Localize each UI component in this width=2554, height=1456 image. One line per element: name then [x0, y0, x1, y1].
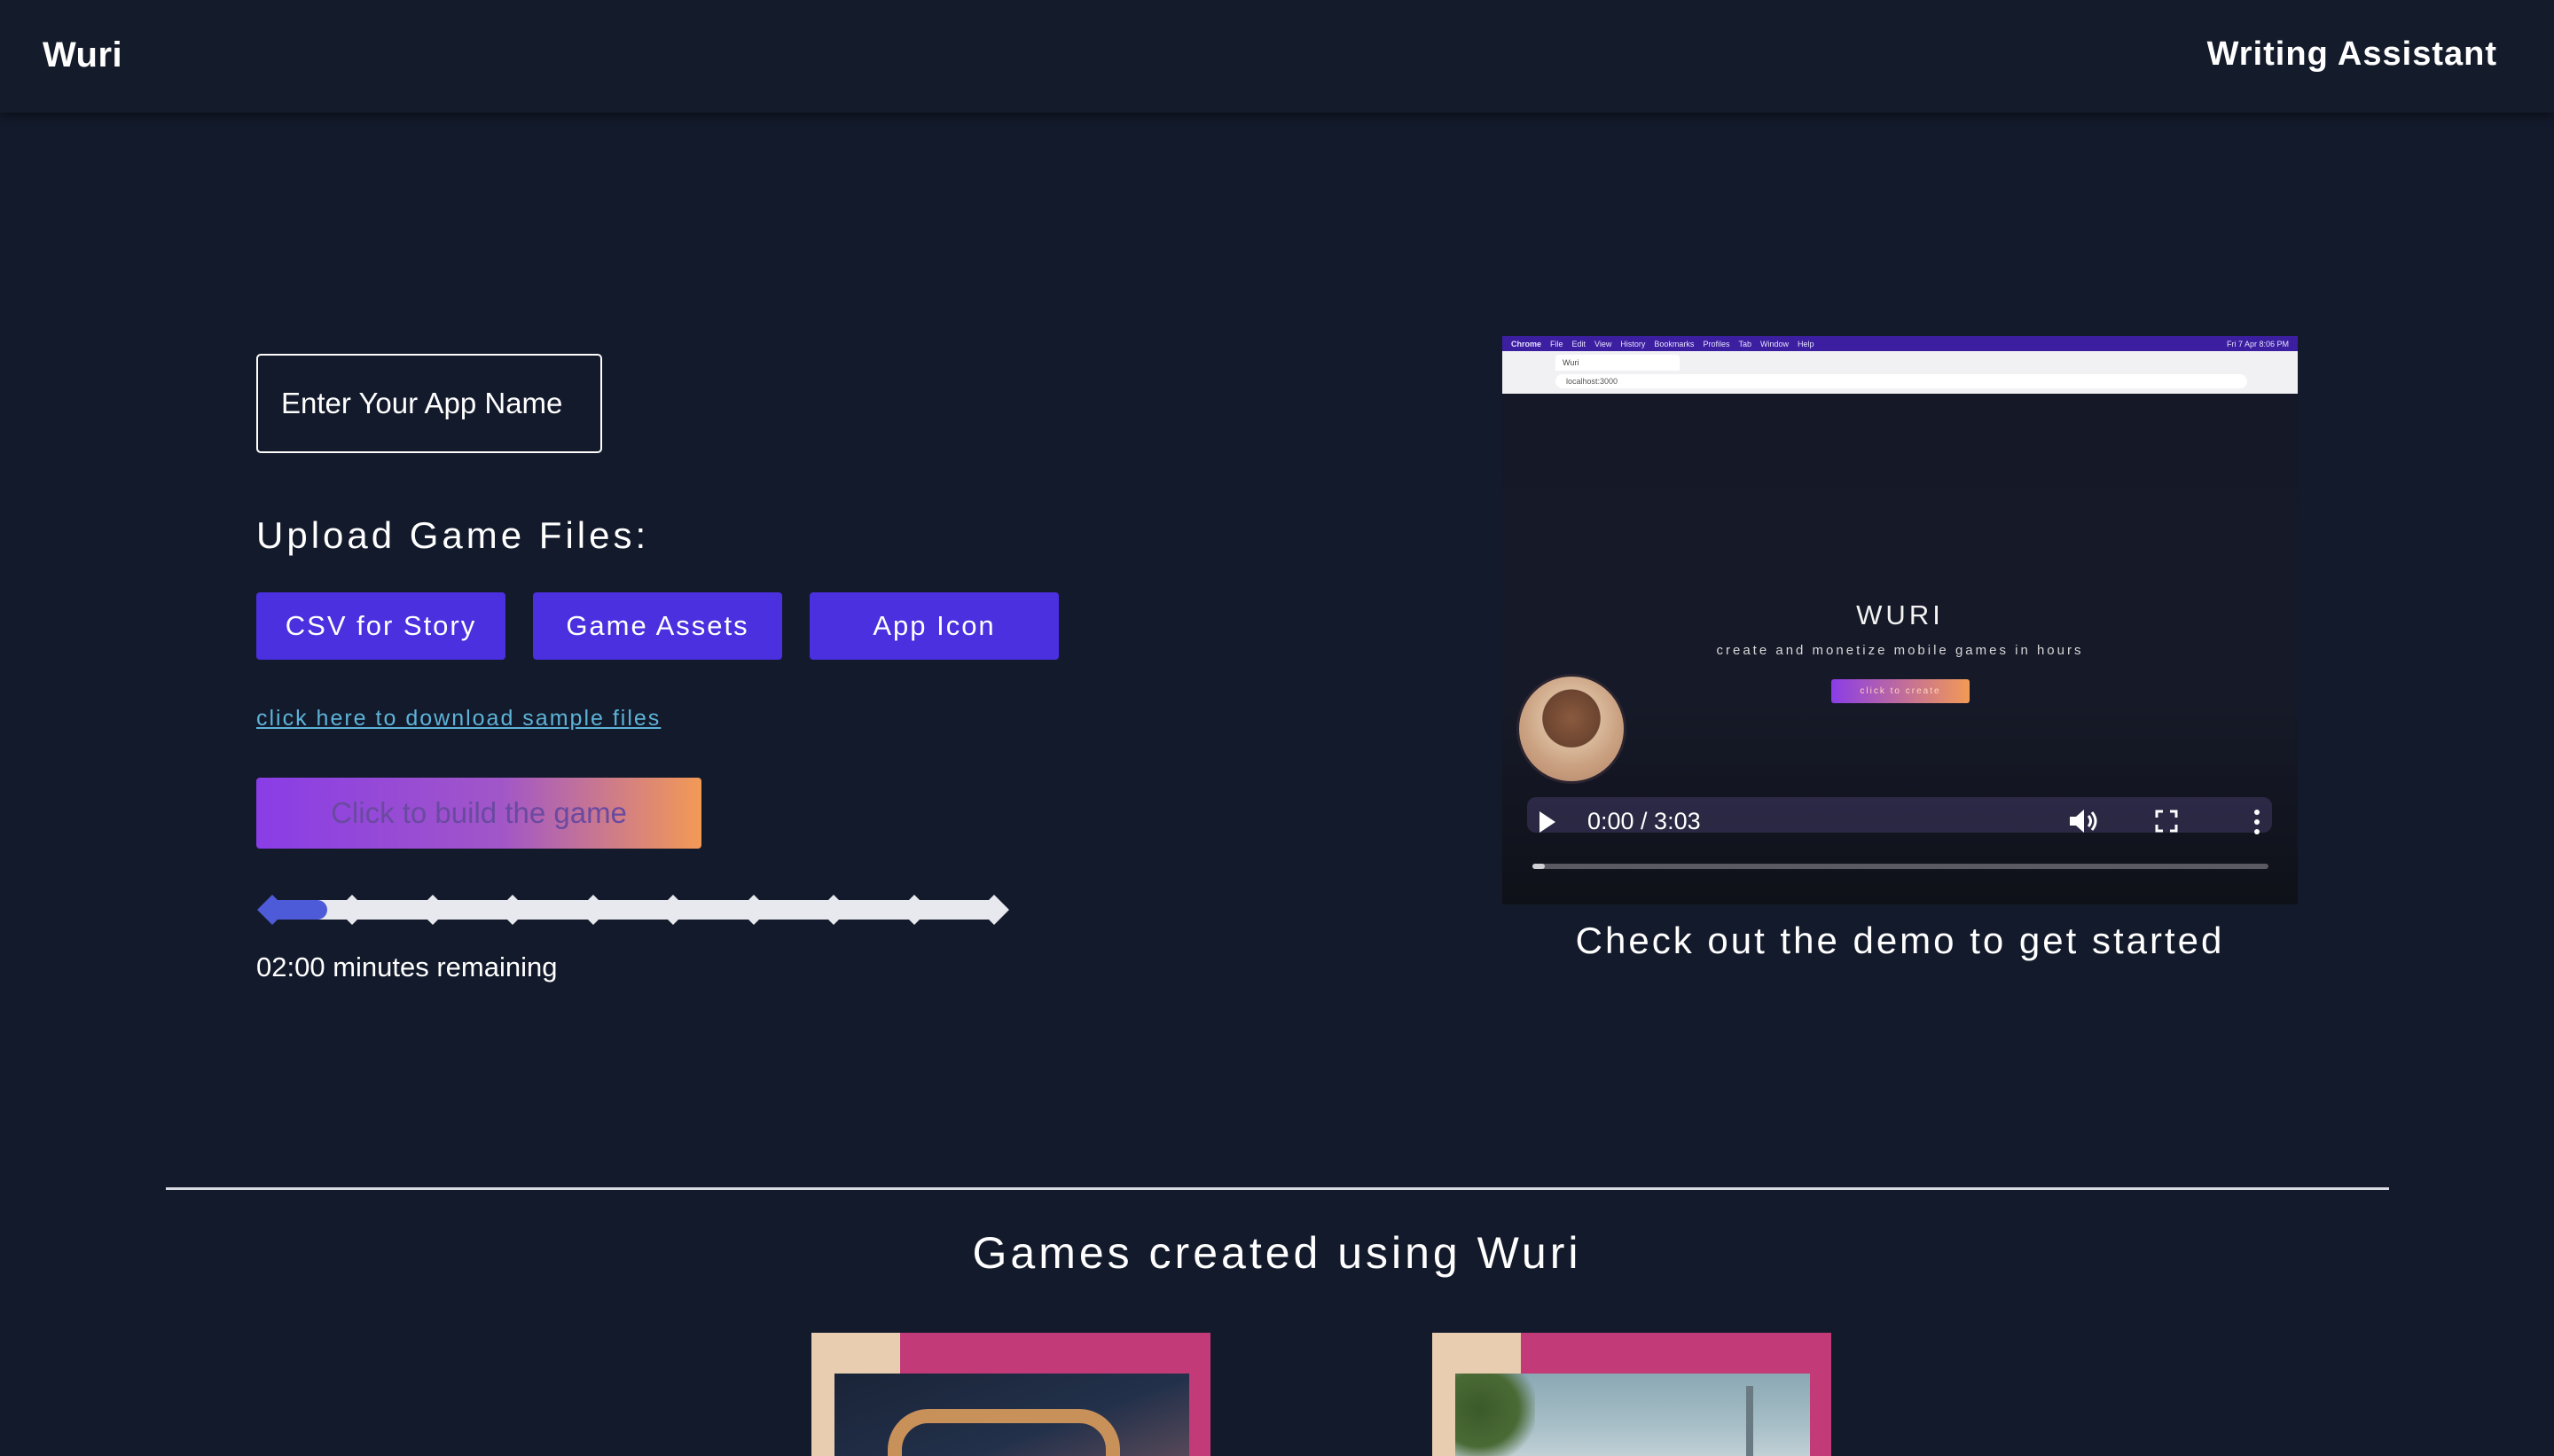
video-browser-chrome: Wuri localhost:3000: [1502, 351, 2298, 394]
demo-video[interactable]: Chrome File Edit View History Bookmarks …: [1502, 336, 2298, 904]
game-assets-button[interactable]: Game Assets: [533, 592, 782, 660]
game-card[interactable]: [1432, 1333, 1831, 1456]
menubar-item: View: [1594, 339, 1612, 348]
demo-caption: Check out the demo to get started: [1575, 920, 2225, 961]
video-mac-menubar: Chrome File Edit View History Bookmarks …: [1502, 336, 2298, 351]
game-card-tower: [1746, 1386, 1753, 1456]
menubar-item: Tab: [1738, 339, 1751, 348]
menubar-clock: Fri 7 Apr 8:06 PM: [2226, 339, 2289, 348]
menubar-item: Bookmarks: [1654, 339, 1695, 348]
games-section-heading: Games created using Wuri: [972, 1228, 1582, 1278]
video-progress-fill: [1532, 864, 1545, 869]
video-progress-slider[interactable]: [1532, 864, 2268, 869]
menubar-item: File: [1550, 339, 1563, 348]
video-wuri-title: WURI: [1856, 599, 1944, 630]
menubar-item: Chrome: [1511, 339, 1542, 348]
writing-assistant-link[interactable]: Writing Assistant: [2207, 35, 2497, 74]
game-card[interactable]: [811, 1333, 1210, 1456]
menubar-item: Profiles: [1703, 339, 1730, 348]
brand-logo[interactable]: Wuri: [43, 35, 122, 75]
build-game-button[interactable]: Click to build the game: [256, 778, 701, 849]
download-sample-files-link[interactable]: click here to download sample files: [256, 706, 661, 732]
section-divider: [166, 1187, 2389, 1190]
play-icon[interactable]: [1539, 811, 1555, 833]
video-browser-tab: Wuri: [1555, 355, 1680, 371]
video-wuri-subtitle: create and monetize mobile games in hour…: [1716, 643, 2084, 658]
upload-heading: Upload Game Files:: [256, 514, 650, 556]
menubar-item: Edit: [1571, 339, 1586, 348]
time-remaining-text: 02:00 minutes remaining: [256, 951, 558, 982]
csv-for-story-button[interactable]: CSV for Story: [256, 592, 505, 660]
volume-icon[interactable]: [2068, 808, 2100, 834]
menubar-item: Window: [1759, 339, 1789, 348]
video-create-button: click to create: [1831, 679, 1970, 703]
app-name-input[interactable]: [256, 354, 602, 453]
more-options-icon[interactable]: [2252, 808, 2261, 836]
video-time-display: 0:00 / 3:03: [1587, 808, 1701, 834]
fullscreen-icon[interactable]: [2155, 810, 2178, 833]
video-controls: 0:00 / 3:03: [1502, 797, 2298, 904]
menubar-item: Help: [1797, 339, 1814, 348]
game-card-frame: [888, 1409, 1120, 1456]
build-progress-bar: [265, 900, 1001, 920]
game-card-tree: [1455, 1374, 1535, 1456]
menubar-item: History: [1620, 339, 1646, 348]
video-browser-url: localhost:3000: [1555, 374, 2247, 388]
app-icon-button[interactable]: App Icon: [810, 592, 1059, 660]
top-navbar: Wuri Writing Assistant: [0, 0, 2554, 113]
presenter-avatar: [1516, 674, 1626, 784]
